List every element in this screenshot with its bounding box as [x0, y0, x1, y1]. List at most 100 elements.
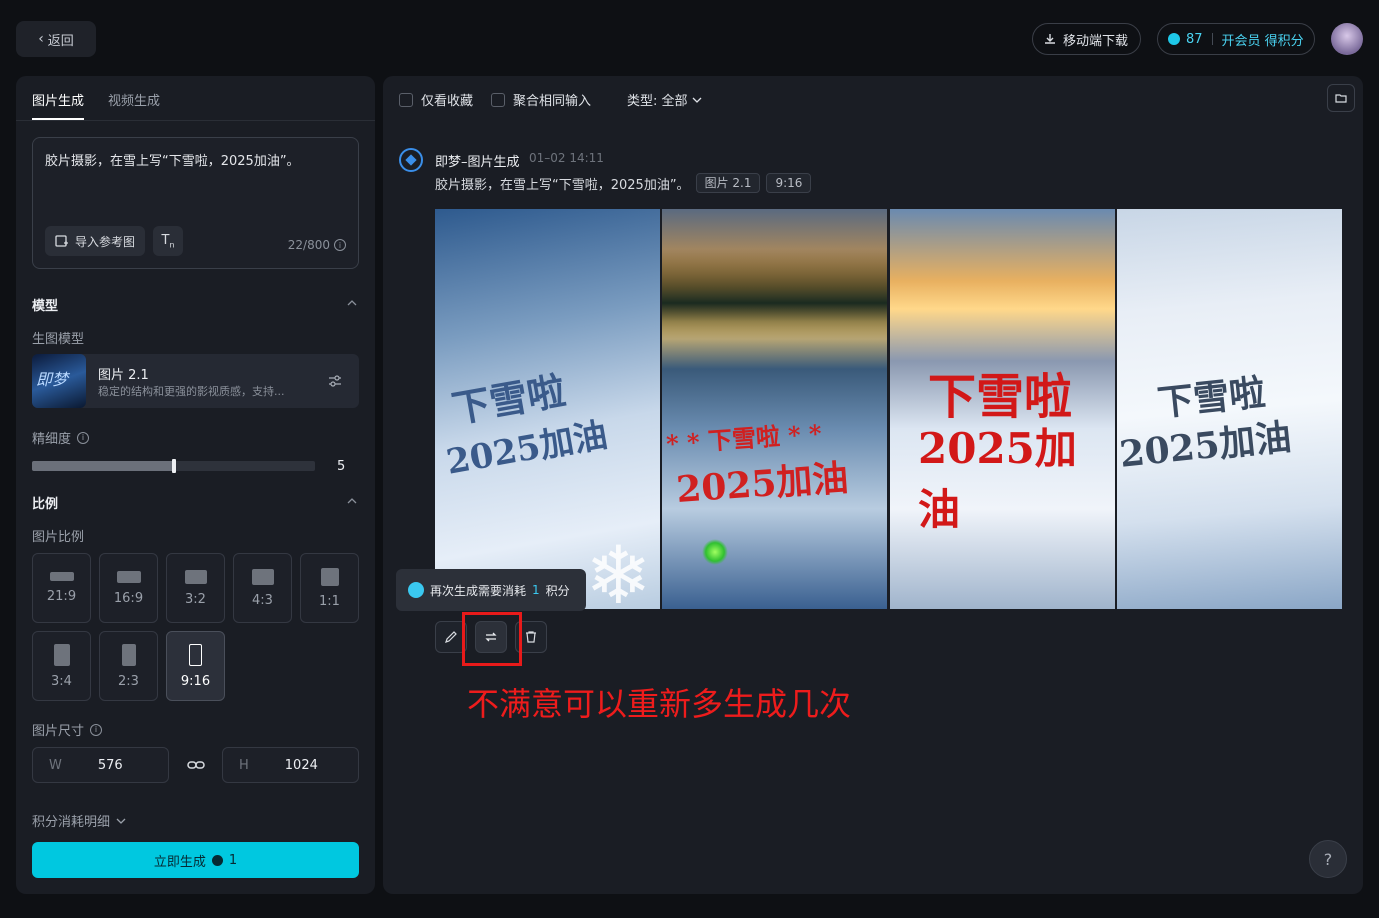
- folder-icon: [1335, 94, 1347, 103]
- ratio-label: 4:3: [252, 592, 273, 608]
- prompt-input[interactable]: 胶片摄影，在雪上写“下雪啦，2025加油”。 导入参考图 Tn 22/800 i: [32, 137, 359, 269]
- chevron-up-icon[interactable]: [347, 496, 357, 506]
- tab-video-generation[interactable]: 视频生成: [108, 90, 160, 109]
- settings-sliders-icon[interactable]: [327, 373, 343, 389]
- text-style-button[interactable]: Tn: [153, 226, 183, 256]
- ratio-label: 2:3: [118, 673, 139, 689]
- highlight-box: [462, 612, 522, 666]
- merge-label: 聚合相同输入: [513, 94, 592, 109]
- left-panel: 图片生成 视频生成 胶片摄影，在雪上写“下雪啦，2025加油”。 导入参考图 T…: [16, 76, 375, 894]
- ratio-tag: 9:16: [766, 173, 812, 193]
- folder-button[interactable]: [1327, 84, 1355, 112]
- image-add-icon: [55, 235, 68, 247]
- chevron-up-icon[interactable]: [347, 298, 357, 308]
- favorites-checkbox[interactable]: [399, 92, 413, 107]
- ratio-option-1-1[interactable]: 1:1: [300, 553, 359, 623]
- help-label: ?: [1323, 849, 1333, 869]
- width-label: W: [49, 757, 62, 773]
- ratio-sub-label: 图片比例: [32, 530, 85, 545]
- points-icon: [408, 582, 424, 598]
- ratio-option-16-9[interactable]: 16:9: [99, 553, 158, 623]
- lens-flare: [702, 539, 728, 565]
- ratio-label: 16:9: [113, 590, 144, 606]
- ratio-option-9-16[interactable]: 9:16: [166, 631, 225, 701]
- points-icon: [1168, 33, 1180, 45]
- tab-image-generation[interactable]: 图片生成: [32, 90, 84, 109]
- char-count-text: 22/800: [287, 238, 330, 252]
- info-icon: i: [334, 239, 346, 251]
- mobile-download-label: 移动端下载: [1063, 33, 1129, 49]
- ratio-shape: [189, 643, 202, 666]
- mobile-download-button[interactable]: 移动端下载: [1032, 23, 1141, 55]
- merge-checkbox[interactable]: [491, 92, 505, 107]
- model-sub-label: 生图模型: [32, 332, 85, 347]
- model-tag: 图片 2.1: [695, 173, 761, 193]
- ratio-shape: [116, 570, 141, 583]
- tree-line: [662, 249, 887, 339]
- avatar[interactable]: [1331, 23, 1363, 55]
- image-text-line2: 2025加油: [674, 457, 850, 511]
- import-reference-button[interactable]: 导入参考图: [45, 226, 145, 256]
- member-label: 开会员 得积分: [1221, 33, 1304, 49]
- record-source: 即梦–图片生成: [435, 155, 520, 170]
- tooltip-suffix: 积分: [545, 583, 570, 598]
- detail-value: 5: [337, 459, 346, 474]
- generate-button[interactable]: 立即生成 1: [32, 842, 359, 878]
- back-button[interactable]: ‹ 返回: [16, 21, 96, 57]
- chevron-down-icon: [692, 97, 701, 103]
- tab-divider: [16, 120, 375, 121]
- ratio-option-3-2[interactable]: 3:2: [166, 553, 225, 623]
- model-name: 图片 2.1: [98, 368, 149, 383]
- detail-label: 精细度 i: [32, 428, 90, 447]
- result-image-2[interactable]: * * 下雪啦 * * 2025加油: [662, 209, 887, 609]
- favorites-filter[interactable]: 仅看收藏: [399, 90, 473, 109]
- model-thumb-text: 即梦: [36, 370, 69, 389]
- record-time: 01–02 14:11: [529, 151, 604, 165]
- snowflake-icon: ❄: [585, 529, 653, 609]
- import-reference-label: 导入参考图: [74, 234, 135, 249]
- size-label-text: 图片尺寸: [32, 724, 85, 739]
- ratio-option-4-3[interactable]: 4:3: [233, 553, 292, 623]
- model-selector[interactable]: 即梦 图片 2.1 稳定的结构和更强的影视质感，支持...: [32, 354, 359, 408]
- width-input[interactable]: W 576: [32, 747, 169, 783]
- type-filter[interactable]: 类型: 全部: [627, 90, 702, 109]
- detail-slider-fill: [32, 461, 174, 471]
- back-label: 返回: [47, 33, 74, 49]
- points-icon: [211, 854, 223, 866]
- detail-label-text: 精细度: [32, 432, 72, 447]
- right-panel: 仅看收藏 聚合相同输入 类型: 全部 即梦–图片生成 01–02 14:11 胶…: [383, 76, 1363, 894]
- tooltip-prefix: 再次生成需要消耗: [430, 583, 527, 598]
- ratio-label: 9:16: [180, 673, 211, 689]
- ratio-option-21-9[interactable]: 21:9: [32, 553, 91, 623]
- pill-divider: [1211, 33, 1213, 45]
- detail-slider-knob[interactable]: [172, 459, 176, 473]
- help-button[interactable]: ?: [1309, 840, 1347, 878]
- download-icon: [1045, 34, 1055, 44]
- result-image-4[interactable]: 下雪啦 2025加油: [1117, 209, 1342, 609]
- points-count: 87: [1186, 31, 1203, 47]
- points-member-button[interactable]: 87 开会员 得积分: [1157, 23, 1315, 55]
- link-icon[interactable]: [187, 756, 205, 774]
- ratio-section-title: 比例: [32, 497, 59, 512]
- ratio-shape: [121, 643, 136, 666]
- source-logo-icon: [399, 148, 423, 172]
- image-text-line2: 2025加油: [918, 424, 1077, 534]
- ratio-label: 3:4: [51, 673, 72, 689]
- ratio-option-3-4[interactable]: 3:4: [32, 631, 91, 701]
- height-value: 1024: [284, 757, 318, 773]
- ratio-option-2-3[interactable]: 2:3: [99, 631, 158, 701]
- points-detail-toggle[interactable]: 积分消耗明细: [32, 811, 126, 830]
- ratio-shape: [251, 568, 274, 585]
- result-image-1[interactable]: ❄ 下雪啦 2025加油: [435, 209, 660, 609]
- annotation-text: 不满意可以重新多生成几次: [467, 685, 852, 723]
- detail-slider[interactable]: [32, 459, 315, 473]
- favorites-label: 仅看收藏: [421, 94, 474, 109]
- tooltip-count: 1: [532, 583, 540, 597]
- merge-filter[interactable]: 聚合相同输入: [491, 90, 591, 109]
- height-input[interactable]: H 1024: [222, 747, 359, 783]
- type-filter-label: 类型: 全部: [627, 94, 688, 109]
- text-style-icon: Tn: [161, 232, 175, 250]
- result-image-3[interactable]: 下雪啦 2025加油: [890, 209, 1115, 609]
- points-detail-label: 积分消耗明细: [32, 815, 111, 830]
- chevron-down-icon: [116, 818, 126, 824]
